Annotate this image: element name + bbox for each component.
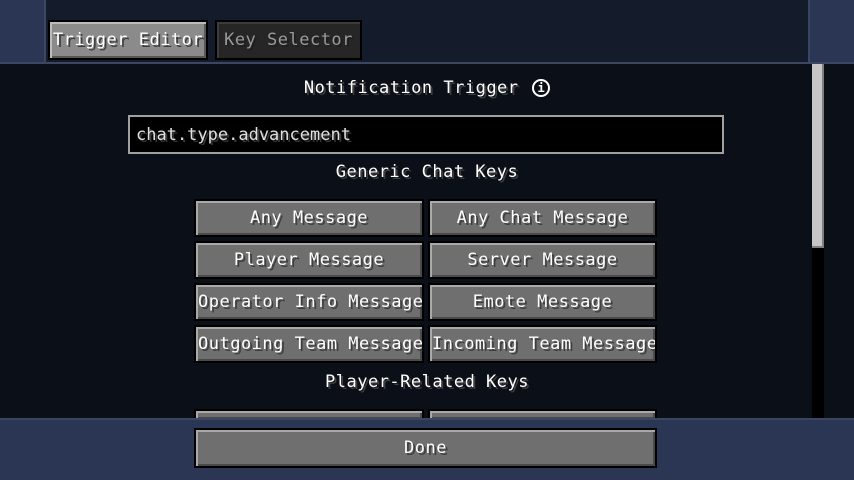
scrollbar-thumb[interactable]	[812, 64, 824, 248]
trigger-input-field[interactable]	[128, 115, 724, 154]
button-label: Server Message	[467, 250, 618, 270]
button-label: Done	[404, 438, 447, 458]
operator-info-message-button[interactable]: Operator Info Message	[194, 283, 424, 321]
incoming-team-message-button[interactable]: Incoming Team Message	[428, 325, 657, 363]
tab-trigger-editor[interactable]: Trigger Editor	[48, 20, 208, 60]
button-label: Any Message	[249, 208, 369, 228]
done-button[interactable]: Done	[194, 428, 657, 468]
info-icon[interactable]: i	[532, 79, 551, 97]
button-label: Player Message	[233, 250, 385, 270]
tab-label: Trigger Editor	[52, 30, 204, 50]
outgoing-team-message-button[interactable]: Outgoing Team Message	[194, 325, 424, 363]
button-label: Incoming Team Message	[432, 334, 657, 354]
emote-message-button[interactable]: Emote Message	[428, 283, 657, 321]
tab-label: Key Selector	[224, 30, 353, 50]
any-chat-message-button[interactable]: Any Chat Message	[428, 199, 657, 237]
player-keys-heading: Player-Related Keys	[325, 372, 529, 392]
any-message-button[interactable]: Any Message	[194, 199, 424, 237]
tab-key-selector[interactable]: Key Selector	[215, 20, 362, 60]
section-title-row: Notification Trigger i	[0, 78, 854, 98]
button-label: Outgoing Team Message	[198, 334, 424, 354]
player-keys-heading-row: Player-Related Keys	[0, 372, 854, 392]
button-label: Any Chat Message	[456, 208, 629, 228]
player-message-button[interactable]: Player Message	[194, 241, 424, 279]
server-message-button[interactable]: Server Message	[428, 241, 657, 279]
trigger-input[interactable]	[136, 124, 722, 145]
generic-keys-heading: Generic Chat Keys	[335, 162, 519, 182]
generic-keys-heading-row: Generic Chat Keys	[0, 162, 854, 182]
button-label: Emote Message	[472, 292, 613, 312]
section-title: Notification Trigger	[303, 78, 519, 98]
button-label: Operator Info Message	[198, 292, 424, 312]
